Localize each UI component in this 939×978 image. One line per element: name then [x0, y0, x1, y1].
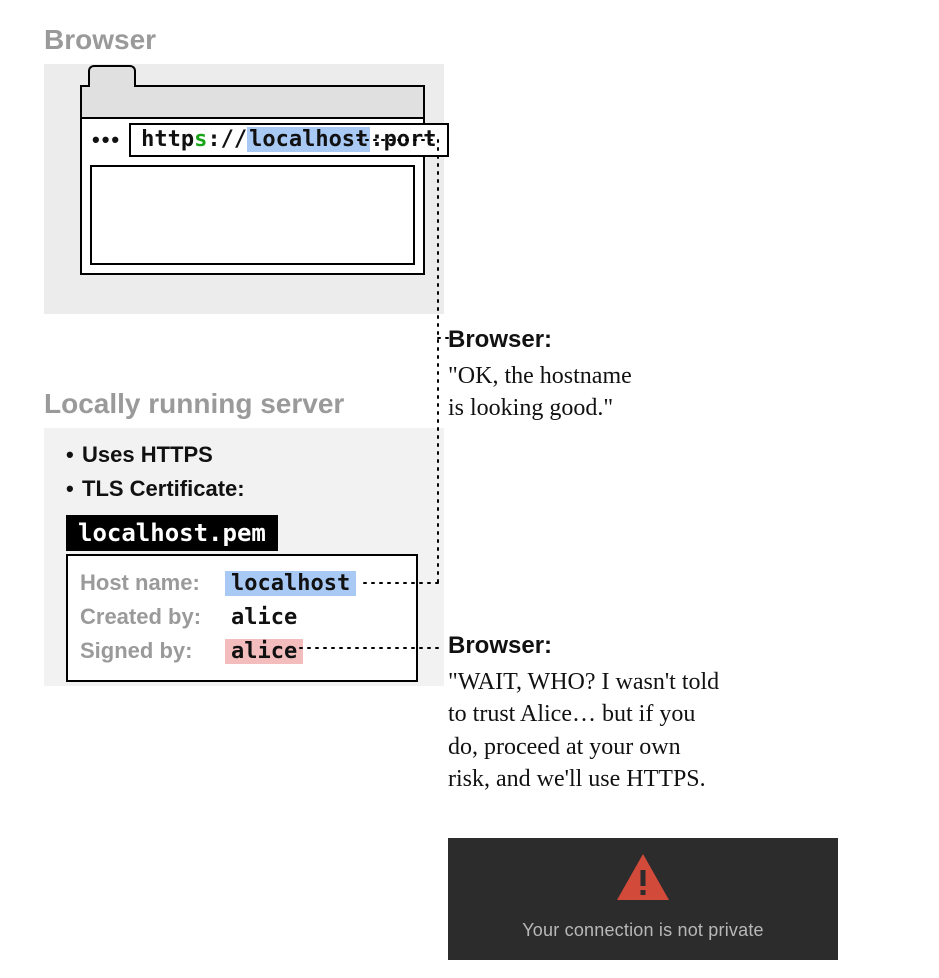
address-bar[interactable]: https://localhost:port — [129, 123, 448, 157]
cert-row-createdby: Created by: alice — [80, 600, 404, 634]
warning-message: Your connection is not private — [448, 920, 838, 941]
browser-window: ••• https://localhost:port — [80, 85, 425, 275]
certificate-filename: localhost.pem — [66, 515, 278, 551]
annotation1-title: Browser: — [448, 326, 552, 354]
browser-section-title: Browser — [44, 24, 156, 56]
warning-triangle-icon — [615, 852, 671, 902]
certificate-table: Host name: localhost Created by: alice S… — [66, 554, 418, 682]
address-port: port — [384, 127, 437, 152]
cert-value-signedby: alice — [225, 639, 303, 664]
browser-tab-strip — [82, 87, 423, 119]
annotation1-text: "OK, the hostname is looking good." — [448, 360, 768, 425]
cert-label-createdby: Created by: — [80, 604, 225, 630]
cert-value-hostname: localhost — [225, 571, 356, 596]
diagram-stage: Browser Locally running server ••• https… — [0, 0, 939, 978]
port-sep: : — [370, 127, 383, 152]
scheme-s: s — [194, 127, 207, 152]
address-host: localhost — [247, 127, 370, 152]
annotation2-title: Browser: — [448, 632, 552, 660]
cert-row-signedby: Signed by: alice — [80, 634, 404, 668]
browser-content-area — [90, 165, 415, 265]
cert-label-signedby: Signed by: — [80, 638, 225, 664]
scheme-http: http — [141, 127, 194, 152]
cert-label-hostname: Host name: — [80, 570, 225, 596]
cert-row-hostname: Host name: localhost — [80, 566, 404, 600]
ellipsis-icon: ••• — [90, 127, 121, 153]
annotation2-text: "WAIT, WHO? I wasn't told to trust Alice… — [448, 666, 868, 796]
browser-tab — [88, 65, 136, 89]
server-bullets: •Uses HTTPS •TLS Certificate: — [66, 438, 245, 506]
address-row: ••• https://localhost:port — [90, 123, 415, 157]
server-section-title: Locally running server — [44, 388, 344, 420]
bullet-tls-cert: •TLS Certificate: — [66, 472, 245, 506]
bullet-uses-https: •Uses HTTPS — [66, 438, 245, 472]
scheme-sep: :// — [207, 127, 247, 152]
browser-warning-panel: Your connection is not private — [448, 838, 838, 960]
cert-value-createdby: alice — [225, 605, 303, 630]
